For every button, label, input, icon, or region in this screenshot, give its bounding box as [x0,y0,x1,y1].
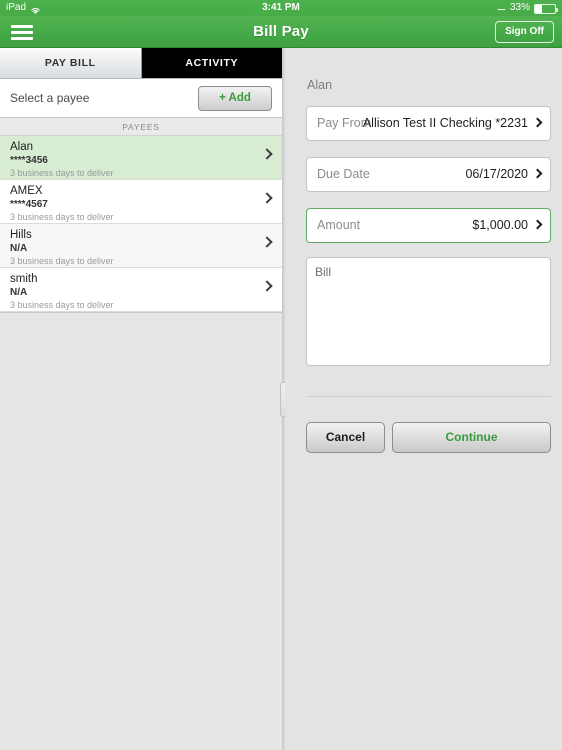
tab-bar: PAY BILL ACTIVITY [0,48,282,79]
payee-name: Hills [10,229,32,241]
chevron-right-icon [261,148,273,160]
payee-name: smith [10,273,38,285]
payee-account-number: N/A [10,287,28,298]
payee-row[interactable]: AMEX ****4567 3 business days to deliver [0,180,282,224]
tab-pay-bill[interactable]: PAY BILL [0,48,141,78]
payee-account-number: ****3456 [10,155,48,166]
payee-delivery-time: 3 business days to deliver [10,300,114,310]
chevron-right-icon [532,117,543,128]
due-date-label: Due Date [317,167,370,181]
bluetooth-icon: ⚊ [497,2,506,13]
memo-input[interactable] [306,257,551,366]
due-date-value: 06/17/2020 [465,167,528,181]
continue-button[interactable]: Continue [392,422,551,453]
amount-value: $1,000.00 [472,218,528,232]
ios-status-bar: iPad 3:41 PM ⚊ 33% [0,0,562,16]
form-divider [306,396,551,397]
payee-account-number: N/A [10,243,28,254]
payee-delivery-time: 3 business days to deliver [10,256,114,266]
payee-account-number: ****4567 [10,199,48,210]
chevron-right-icon [261,236,273,248]
chevron-right-icon [261,280,273,292]
payee-row[interactable]: Alan ****3456 3 business days to deliver [0,136,282,180]
payee-row[interactable]: Hills N/A 3 business days to deliver [0,224,282,268]
tab-activity[interactable]: ACTIVITY [141,48,282,78]
status-bar-clock: 3:41 PM [262,2,300,13]
pay-from-field[interactable]: Pay From Allison Test II Checking *2231 [306,106,551,141]
amount-label: Amount [317,218,361,232]
form-payee-name: Alan [307,78,333,92]
chevron-right-icon [532,168,543,179]
add-payee-button[interactable]: + Add [198,86,272,111]
battery-percent-label: 33% [509,2,530,13]
bill-pay-form-panel: Alan Pay From Allison Test II Checking *… [285,48,562,750]
battery-icon [534,4,558,14]
chevron-right-icon [532,219,543,230]
payee-list: Alan ****3456 3 business days to deliver AM… [0,136,282,312]
payee-delivery-time: 3 business days to deliver [10,168,114,178]
due-date-field[interactable]: Due Date 06/17/2020 [306,157,551,192]
payees-section-header: PAYEES [0,118,282,136]
payee-name: AMEX [10,185,43,197]
pay-from-value: Allison Test II Checking *2231 [362,116,528,130]
page-title: Bill Pay [253,23,309,40]
payee-row[interactable]: smith N/A 3 business days to deliver [0,268,282,312]
status-bar-right: ⚊ 33% [497,0,558,16]
list-bottom-divider [0,312,282,313]
payee-list-panel: PAY BILL ACTIVITY Select a payee + Add P… [0,48,282,750]
select-payee-bar: Select a payee + Add [0,79,282,118]
amount-field[interactable]: Amount $1,000.00 [306,208,551,243]
select-payee-label: Select a payee [10,91,90,105]
chevron-right-icon [261,192,273,204]
app-navigation-bar: Bill Pay Sign Off [0,16,562,48]
payee-name: Alan [10,141,34,153]
bill-pay-screen: iPad 3:41 PM ⚊ 33% Bill Pay Sign Off PAY [0,0,562,750]
cancel-button[interactable]: Cancel [306,422,385,453]
payee-delivery-time: 3 business days to deliver [10,212,114,222]
sign-off-button[interactable]: Sign Off [495,21,554,43]
